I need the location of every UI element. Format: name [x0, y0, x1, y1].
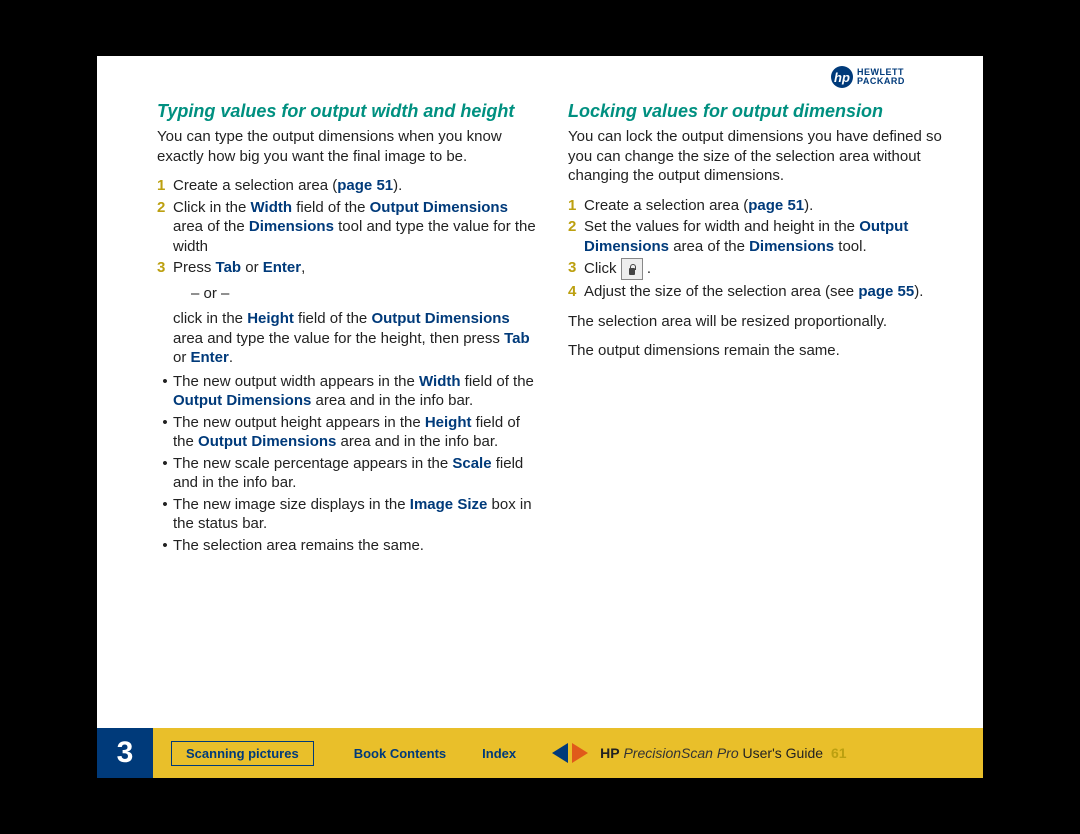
right-step-1: 1 Create a selection area (page 51).	[568, 196, 951, 216]
chapter-number: 3	[97, 728, 153, 778]
content-columns: Typing values for output width and heigh…	[157, 100, 951, 557]
right-step-3: 3 Click .	[568, 258, 951, 280]
left-step-2: 2 Click in the Width field of the Output…	[157, 198, 540, 257]
hp-logo-text: HEWLETTPACKARD	[857, 68, 905, 86]
list-item: •The new scale percentage appears in the…	[157, 454, 540, 493]
list-item: •The new output height appears in the He…	[157, 413, 540, 452]
prev-page-arrow-icon[interactable]	[552, 743, 568, 763]
hp-logo-icon: hp	[831, 66, 853, 88]
left-heading: Typing values for output width and heigh…	[157, 100, 540, 123]
footer-title: HP PrecisionScan Pro User's Guide61	[600, 745, 846, 761]
nav-arrows	[552, 743, 588, 763]
left-column: Typing values for output width and heigh…	[157, 100, 540, 557]
next-page-arrow-icon[interactable]	[572, 743, 588, 763]
page-55-link[interactable]: page 55	[858, 283, 914, 300]
list-item: •The selection area remains the same.	[157, 536, 540, 556]
or-separator: – or –	[191, 284, 540, 304]
section-title-box[interactable]: Scanning pictures	[171, 741, 314, 766]
right-column: Locking values for output dimension You …	[568, 100, 951, 557]
footer-bar: 3 Scanning pictures Book Contents Index …	[97, 728, 983, 778]
right-intro: You can lock the output dimensions you h…	[568, 127, 951, 186]
right-para-2: The output dimensions remain the same.	[568, 341, 951, 361]
right-para-1: The selection area will be resized propo…	[568, 312, 951, 332]
document-page: hp HEWLETTPACKARD Typing values for outp…	[97, 56, 983, 778]
left-step-3: 3 Press Tab or Enter,	[157, 258, 540, 278]
book-contents-link[interactable]: Book Contents	[354, 746, 446, 761]
page-51-link[interactable]: page 51	[337, 177, 393, 194]
page-51-link[interactable]: page 51	[748, 197, 804, 214]
left-step-3-alt: click in the Height field of the Output …	[157, 309, 540, 368]
left-intro: You can type the output dimensions when …	[157, 127, 540, 166]
left-step-1: 1 Create a selection area (page 51).	[157, 176, 540, 196]
right-heading: Locking values for output dimension	[568, 100, 951, 123]
page-number: 61	[831, 745, 847, 761]
left-bullet-list: •The new output width appears in the Wid…	[157, 372, 540, 556]
right-step-2: 2 Set the values for width and height in…	[568, 217, 951, 256]
list-item: •The new image size displays in the Imag…	[157, 495, 540, 534]
lock-icon	[621, 258, 643, 280]
right-step-4: 4 Adjust the size of the selection area …	[568, 282, 951, 302]
list-item: •The new output width appears in the Wid…	[157, 372, 540, 411]
hp-logo: hp HEWLETTPACKARD	[831, 66, 951, 88]
index-link[interactable]: Index	[482, 746, 516, 761]
